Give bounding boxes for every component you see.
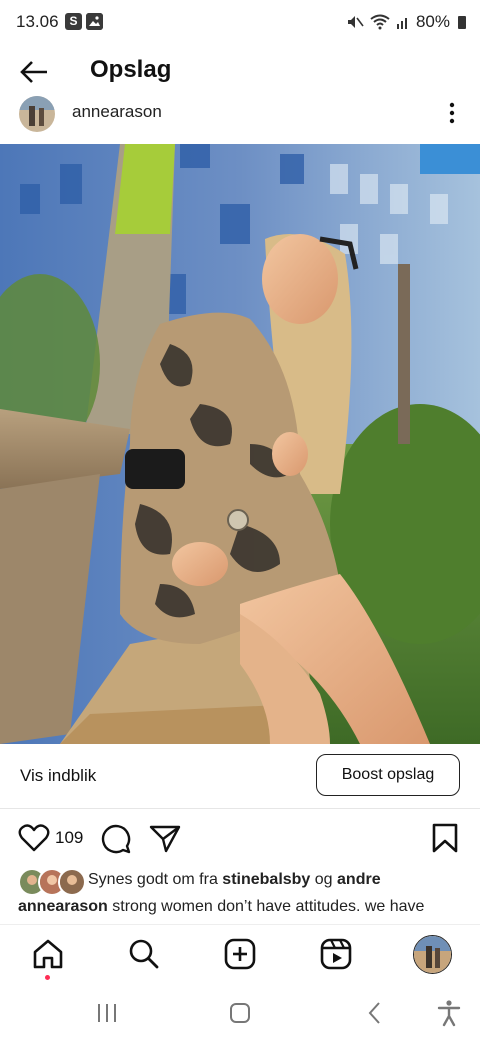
home-button-icon[interactable] (225, 998, 255, 1028)
status-bar: 13.06 S 80% (0, 0, 480, 46)
reels-icon[interactable] (319, 937, 353, 971)
battery-icon (458, 15, 466, 29)
status-time: 13.06 (16, 12, 59, 31)
recent-apps-icon[interactable] (92, 998, 122, 1028)
likes-summary[interactable]: Synes godt om fra stinebalsby og andre (0, 866, 480, 896)
home-icon[interactable] (31, 937, 65, 971)
back-arrow-icon[interactable] (16, 54, 52, 90)
like-count[interactable]: 109 (55, 828, 83, 848)
user-avatar[interactable] (19, 96, 55, 132)
back-icon[interactable] (360, 998, 390, 1028)
caption-text: strong women don’t have attitudes. we ha… (107, 898, 425, 915)
wifi-icon (370, 14, 390, 30)
mute-icon (347, 16, 364, 28)
others-link[interactable]: andre (337, 871, 381, 888)
signal-icon (396, 18, 407, 29)
notification-dot (45, 975, 50, 980)
post-photo[interactable] (0, 144, 480, 744)
system-navigation (0, 986, 480, 1041)
more-options-icon[interactable] (442, 100, 462, 126)
share-icon[interactable] (149, 822, 181, 854)
search-icon[interactable] (127, 937, 161, 971)
battery-percent: 80% (415, 12, 450, 31)
page-header: Opslag (0, 46, 480, 96)
caption-username[interactable]: annearason (18, 898, 108, 915)
liker-username[interactable]: stinebalsby (222, 871, 310, 888)
post-header: annearason (0, 96, 480, 140)
heart-icon[interactable] (18, 822, 50, 854)
accessibility-icon[interactable] (434, 998, 464, 1028)
notification-s-icon: S (65, 13, 82, 30)
post-username[interactable]: annearason (72, 102, 162, 122)
gallery-notification-icon (86, 13, 103, 30)
liker-avatar (58, 868, 86, 896)
post-actions: 109 (0, 808, 480, 866)
bottom-navigation (0, 924, 480, 987)
insights-row: Vis indblik Boost opslag (0, 744, 480, 809)
create-icon[interactable] (223, 937, 257, 971)
post-caption: annearason strong women don’t have attit… (18, 898, 468, 922)
likes-text: Synes godt om fra stinebalsby og andre (88, 871, 381, 888)
comment-icon[interactable] (100, 822, 132, 854)
view-insights-link[interactable]: Vis indblik (20, 766, 96, 786)
profile-avatar[interactable] (413, 935, 452, 974)
page-title: Opslag (90, 56, 172, 83)
bookmark-icon[interactable] (429, 822, 461, 854)
boost-post-button[interactable]: Boost opslag (316, 754, 460, 796)
